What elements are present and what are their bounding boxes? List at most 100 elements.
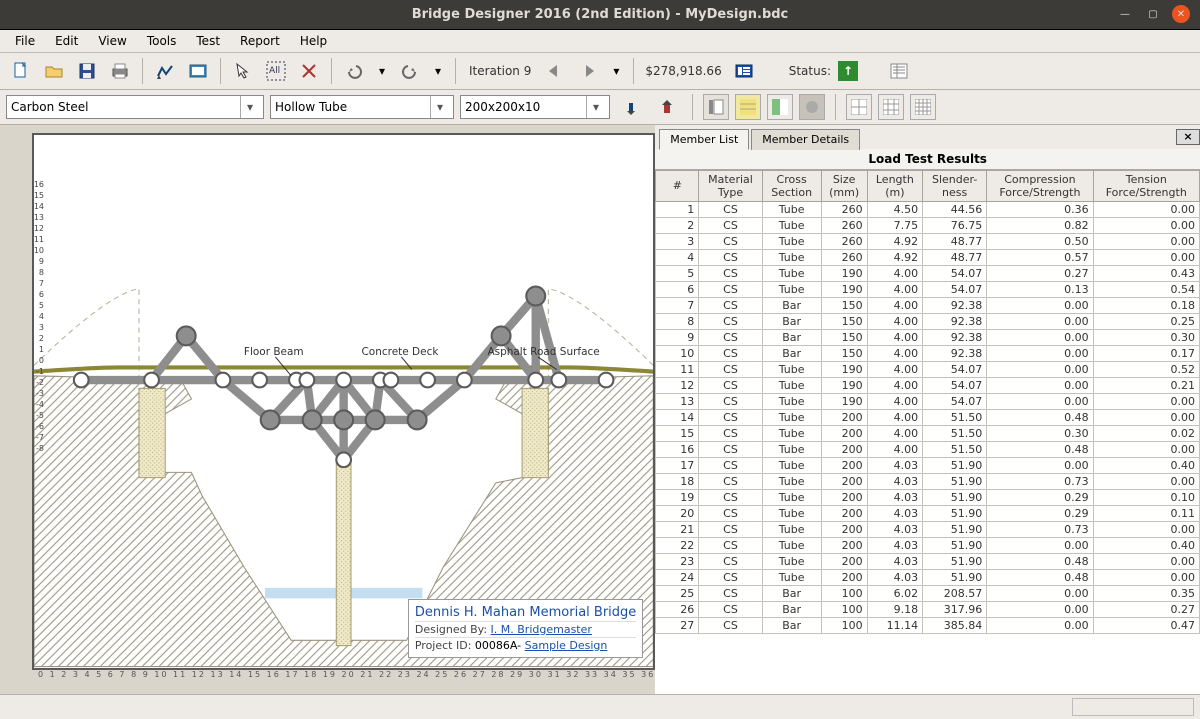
material-select[interactable]: Carbon Steel ▾ — [6, 95, 264, 119]
view-disabled-icon — [799, 94, 825, 120]
member-toolbar: Carbon Steel ▾ Hollow Tube ▾ 200x200x10 … — [0, 90, 1200, 125]
chevron-down-icon: ▾ — [586, 96, 605, 118]
tab-member-details[interactable]: Member Details — [751, 129, 860, 150]
table-row[interactable]: 10CSBar1504.0092.380.000.17 — [656, 345, 1200, 361]
grid-coarse-icon[interactable] — [846, 94, 872, 120]
table-header-row: # MaterialType CrossSection Size(mm) Len… — [656, 170, 1200, 201]
designer-link[interactable]: I. M. Bridgemaster — [491, 623, 592, 636]
grid-fine-icon[interactable] — [910, 94, 936, 120]
new-file-icon[interactable] — [6, 56, 36, 86]
open-file-icon[interactable] — [39, 56, 69, 86]
table-row[interactable]: 8CSBar1504.0092.380.000.25 — [656, 313, 1200, 329]
chevron-down-icon: ▾ — [240, 96, 259, 118]
decrease-size-icon[interactable] — [616, 92, 646, 122]
table-row[interactable]: 16CSTube2004.0051.500.480.00 — [656, 441, 1200, 457]
svg-text:Asphalt Road Surface: Asphalt Road Surface — [487, 346, 599, 358]
close-panel-icon[interactable]: × — [1176, 129, 1200, 145]
table-row[interactable]: 2CSTube2607.7576.750.820.00 — [656, 217, 1200, 233]
status-label: Status: — [785, 64, 835, 78]
close-icon[interactable]: ✕ — [1172, 5, 1190, 23]
results-pane: Member List Member Details × Load Test R… — [655, 125, 1200, 694]
bridge-drawing: Floor Beam Concrete Deck Asphalt Road Su… — [34, 135, 653, 668]
report-icon[interactable] — [884, 56, 914, 86]
table-row[interactable]: 5CSTube1904.0054.070.270.43 — [656, 265, 1200, 281]
table-row[interactable]: 7CSBar1504.0092.380.000.18 — [656, 297, 1200, 313]
vertical-ruler — [12, 133, 32, 686]
prev-iter-icon[interactable] — [540, 56, 570, 86]
table-row[interactable]: 26CSBar1009.18317.960.000.27 — [656, 601, 1200, 617]
table-row[interactable]: 11CSTube1904.0054.070.000.52 — [656, 361, 1200, 377]
pointer-icon[interactable] — [228, 56, 258, 86]
menu-file[interactable]: File — [6, 32, 44, 50]
size-value: 200x200x10 — [465, 100, 540, 114]
project-info-box: Dennis H. Mahan Memorial Bridge Designed… — [408, 599, 643, 658]
view-color2-icon[interactable] — [767, 94, 793, 120]
status-pass-icon: ↑ — [838, 61, 858, 81]
y-axis-ticks: 161514131211109876543210-1-2-3-4-5-6-7-8 — [32, 179, 44, 454]
bridge-title: Dennis H. Mahan Memorial Bridge — [415, 604, 636, 622]
table-row[interactable]: 21CSTube2004.0351.900.730.00 — [656, 521, 1200, 537]
horizontal-ruler: 0 1 2 3 4 5 6 7 8 9 10 11 12 13 14 15 16… — [32, 670, 655, 686]
table-row[interactable]: 1CSTube2604.5044.560.360.00 — [656, 201, 1200, 217]
view-color1-icon[interactable] — [735, 94, 761, 120]
statusbar — [0, 694, 1200, 719]
minimize-icon[interactable]: — — [1116, 5, 1134, 23]
redo-dropdown-icon[interactable]: ▾ — [428, 61, 448, 81]
project-link[interactable]: Sample Design — [525, 639, 608, 652]
cost-details-icon[interactable] — [729, 56, 759, 86]
svg-text:All: All — [269, 66, 280, 76]
iteration-label: Iteration 9 — [463, 64, 537, 78]
table-row[interactable]: 23CSTube2004.0351.900.480.00 — [656, 553, 1200, 569]
menu-report[interactable]: Report — [231, 32, 289, 50]
table-row[interactable]: 15CSTube2004.0051.500.300.02 — [656, 425, 1200, 441]
table-row[interactable]: 17CSTube2004.0351.900.000.40 — [656, 457, 1200, 473]
test-mode-icon[interactable] — [183, 56, 213, 86]
next-iter-icon[interactable] — [573, 56, 603, 86]
menu-help[interactable]: Help — [291, 32, 336, 50]
tab-member-list[interactable]: Member List — [659, 129, 749, 150]
maximize-icon[interactable]: ▢ — [1144, 5, 1162, 23]
table-row[interactable]: 27CSBar10011.14385.840.000.47 — [656, 617, 1200, 633]
menu-edit[interactable]: Edit — [46, 32, 87, 50]
redo-icon[interactable] — [395, 56, 425, 86]
cross-section-select[interactable]: Hollow Tube ▾ — [270, 95, 454, 119]
view-list-icon[interactable] — [703, 94, 729, 120]
design-canvas-pane: 161514131211109876543210-1-2-3-4-5-6-7-8 — [0, 125, 655, 694]
menu-test[interactable]: Test — [187, 32, 229, 50]
iter-dropdown-icon[interactable]: ▾ — [606, 61, 626, 81]
table-row[interactable]: 6CSTube1904.0054.070.130.54 — [656, 281, 1200, 297]
design-canvas[interactable]: 161514131211109876543210-1-2-3-4-5-6-7-8 — [32, 133, 655, 670]
increase-size-icon[interactable] — [652, 92, 682, 122]
main-toolbar: All ▾ ▾ Iteration 9 ▾ $278,918.66 Status… — [0, 53, 1200, 90]
material-value: Carbon Steel — [11, 100, 88, 114]
select-all-icon[interactable]: All — [261, 56, 291, 86]
size-select[interactable]: 200x200x10 ▾ — [460, 95, 610, 119]
status-well — [1072, 698, 1194, 716]
undo-icon[interactable] — [339, 56, 369, 86]
table-row[interactable]: 18CSTube2004.0351.900.730.00 — [656, 473, 1200, 489]
cross-section-value: Hollow Tube — [275, 100, 347, 114]
results-table[interactable]: # MaterialType CrossSection Size(mm) Len… — [655, 170, 1200, 694]
menu-tools[interactable]: Tools — [138, 32, 186, 50]
table-row[interactable]: 3CSTube2604.9248.770.500.00 — [656, 233, 1200, 249]
svg-text:Concrete Deck: Concrete Deck — [361, 346, 439, 358]
grid-med-icon[interactable] — [878, 94, 904, 120]
table-row[interactable]: 22CSTube2004.0351.900.000.40 — [656, 537, 1200, 553]
delete-icon[interactable] — [294, 56, 324, 86]
table-row[interactable]: 19CSTube2004.0351.900.290.10 — [656, 489, 1200, 505]
save-file-icon[interactable] — [72, 56, 102, 86]
titlebar[interactable]: Bridge Designer 2016 (2nd Edition) - MyD… — [0, 0, 1200, 29]
table-row[interactable]: 4CSTube2604.9248.770.570.00 — [656, 249, 1200, 265]
table-row[interactable]: 13CSTube1904.0054.070.000.00 — [656, 393, 1200, 409]
table-row[interactable]: 24CSTube2004.0351.900.480.00 — [656, 569, 1200, 585]
table-row[interactable]: 20CSTube2004.0351.900.290.11 — [656, 505, 1200, 521]
table-row[interactable]: 12CSTube1904.0054.070.000.21 — [656, 377, 1200, 393]
undo-dropdown-icon[interactable]: ▾ — [372, 61, 392, 81]
menu-view[interactable]: View — [89, 32, 135, 50]
table-row[interactable]: 25CSBar1006.02208.570.000.35 — [656, 585, 1200, 601]
table-row[interactable]: 14CSTube2004.0051.500.480.00 — [656, 409, 1200, 425]
print-icon[interactable] — [105, 56, 135, 86]
draw-mode-icon[interactable] — [150, 56, 180, 86]
cost-value: $278,918.66 — [641, 64, 725, 78]
table-row[interactable]: 9CSBar1504.0092.380.000.30 — [656, 329, 1200, 345]
